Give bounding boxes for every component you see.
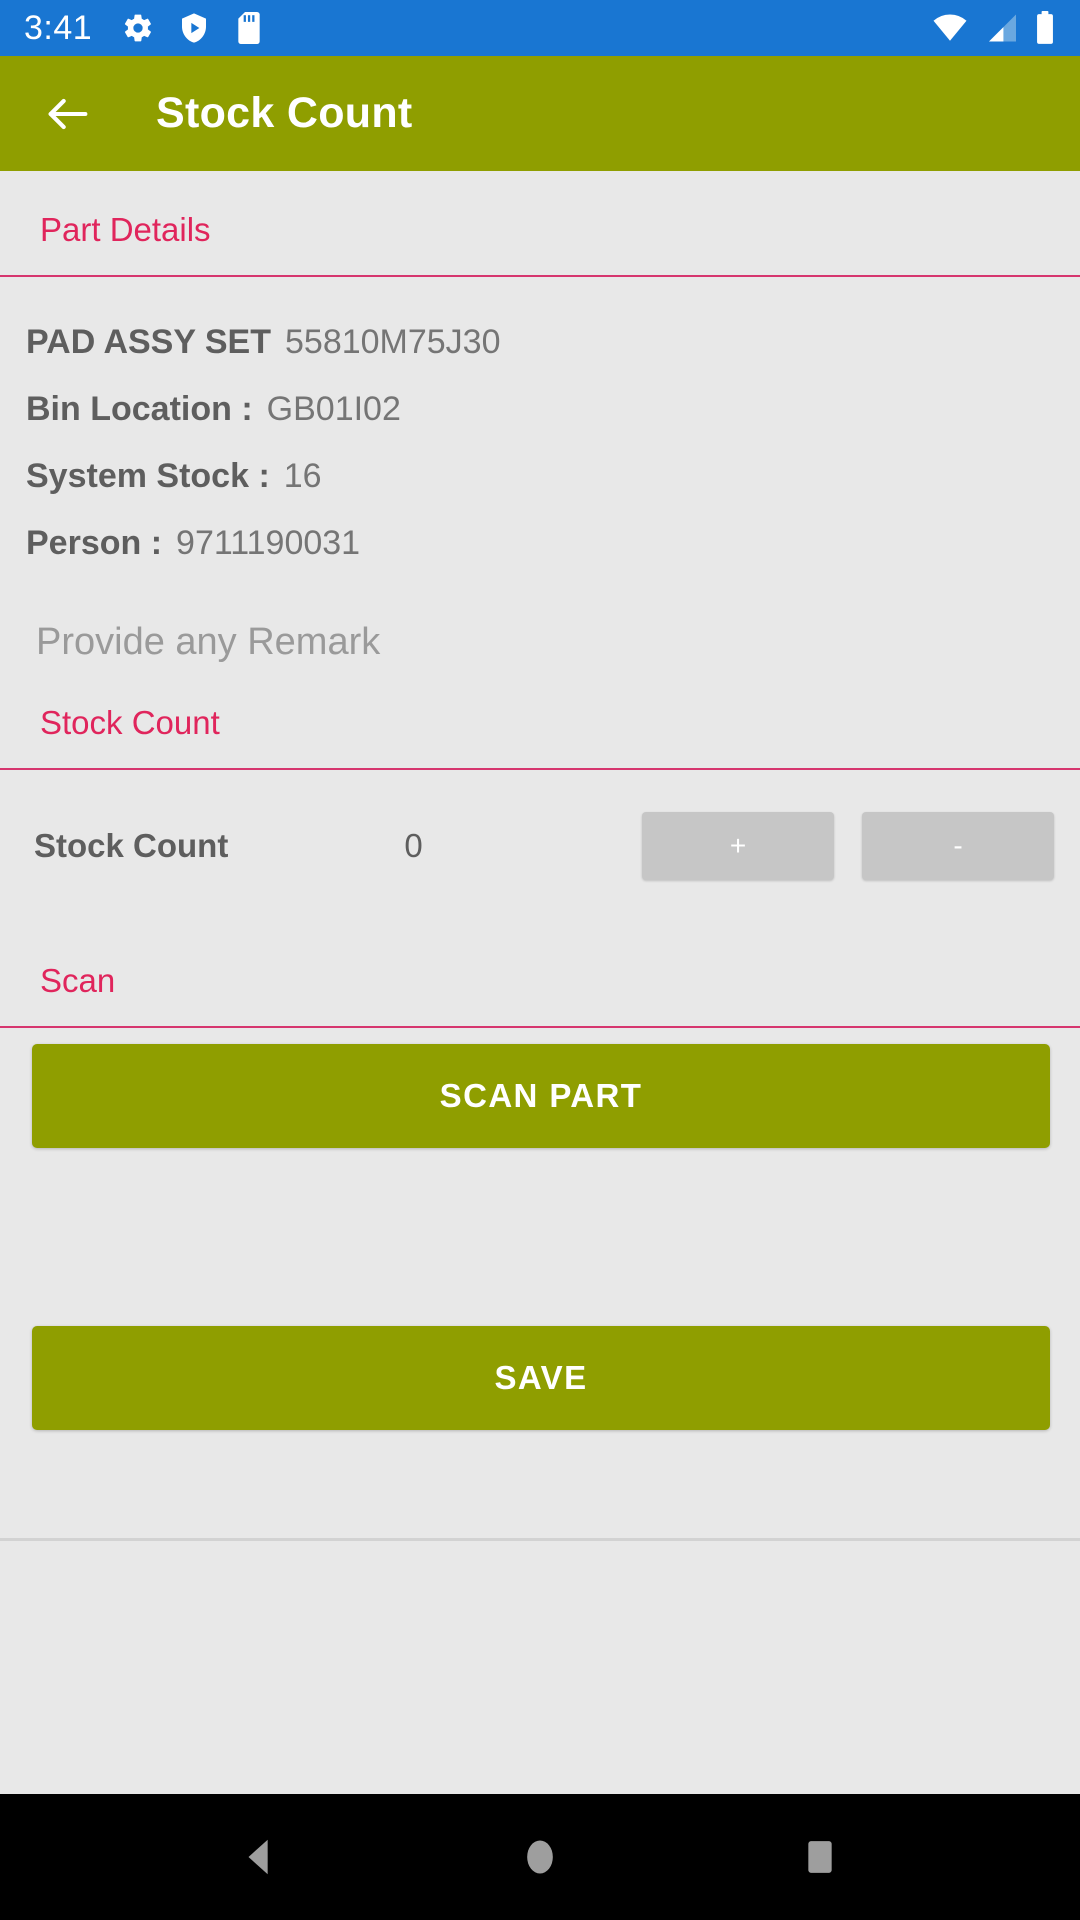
app-screen: 3:41 Stock Count Part Details PAD ASSY S… [0, 0, 1080, 1920]
detail-row-bin-location: Bin Location : GB01I02 [26, 376, 1080, 443]
section-header-scan: Scan [40, 962, 116, 999]
detail-row-system-stock: System Stock : 16 [26, 443, 1080, 510]
detail-label: Person : [26, 524, 163, 562]
scan-part-button-wrap: SCAN PART [0, 1028, 1080, 1148]
system-navigation-bar [0, 1794, 1080, 1920]
detail-row-person: Person : 9711190031 [26, 510, 1080, 577]
save-button-wrap: SAVE [0, 1310, 1080, 1430]
gear-icon [122, 12, 154, 44]
status-bar-system-icons [932, 11, 1056, 45]
nav-home-icon[interactable] [480, 1797, 600, 1917]
status-bar: 3:41 [0, 0, 1080, 56]
remark-input[interactable]: Provide any Remark [0, 577, 1080, 664]
save-button[interactable]: SAVE [32, 1326, 1050, 1430]
detail-label: Bin Location : [26, 390, 253, 428]
battery-icon [1034, 11, 1056, 45]
cell-signal-icon [984, 13, 1018, 43]
detail-row-part-name: PAD ASSY SET 55810M75J30 [26, 309, 1080, 376]
increment-button[interactable]: + [642, 812, 834, 880]
scan-part-button[interactable]: SCAN PART [32, 1044, 1050, 1148]
stock-count-value: 0 [404, 827, 423, 864]
stock-count-label: Stock Count [34, 827, 229, 864]
page-title: Stock Count [156, 89, 413, 137]
status-bar-notification-icons [122, 12, 264, 44]
section-header-stock-count: Stock Count [40, 704, 220, 741]
bottom-filler [0, 1541, 1080, 1794]
detail-value: GB01I02 [266, 390, 401, 428]
stock-count-row: Stock Count 0 + - [0, 770, 1080, 922]
stock-count-stepper: + - [642, 812, 1054, 880]
nav-back-icon[interactable] [200, 1797, 320, 1917]
section-header-part-details: Part Details [40, 211, 211, 248]
decrement-button[interactable]: - [862, 812, 1054, 880]
app-bar: Stock Count [0, 56, 1080, 171]
shield-play-icon [178, 12, 210, 44]
detail-value: 55810M75J30 [285, 323, 501, 361]
main-content: Part Details PAD ASSY SET 55810M75J30 Bi… [0, 171, 1080, 1794]
detail-label: PAD ASSY SET [26, 323, 271, 361]
nav-recents-icon[interactable] [760, 1797, 880, 1917]
part-details-list: PAD ASSY SET 55810M75J30 Bin Location : … [0, 277, 1080, 577]
detail-value: 16 [283, 457, 322, 495]
remark-placeholder: Provide any Remark [36, 621, 381, 663]
detail-label: System Stock : [26, 457, 270, 495]
status-bar-clock: 3:41 [24, 8, 93, 47]
sd-card-icon [234, 12, 264, 44]
detail-value: 9711190031 [176, 524, 361, 562]
wifi-icon [932, 13, 968, 43]
back-arrow-icon[interactable] [40, 86, 96, 142]
